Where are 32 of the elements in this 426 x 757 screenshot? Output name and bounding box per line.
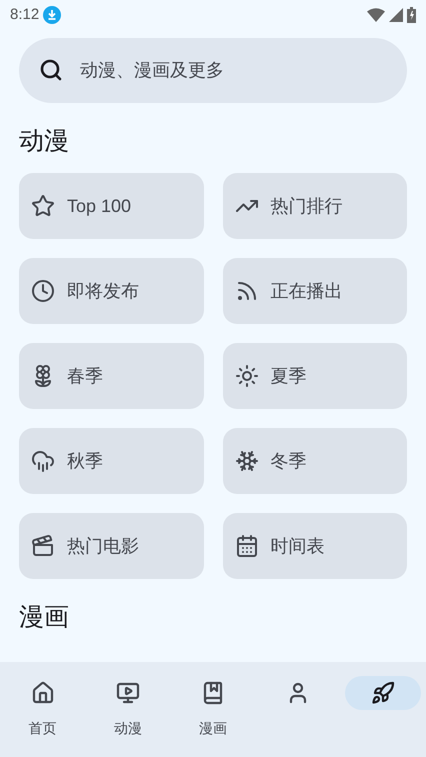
rain-cloud-icon — [31, 449, 55, 473]
snowflake-icon — [234, 449, 258, 473]
clock-icon — [31, 279, 55, 303]
category-tile[interactable]: 热门排行 — [222, 173, 407, 239]
rocket-icon — [371, 681, 396, 705]
battery-icon — [407, 7, 416, 23]
tv-play-icon — [116, 681, 140, 705]
category-tile[interactable]: 冬季 — [222, 428, 407, 494]
wifi-icon — [367, 8, 385, 22]
nav-item[interactable]: 动漫 — [90, 676, 166, 757]
download-icon — [43, 6, 62, 24]
category-tile[interactable]: 热门电影 — [19, 513, 204, 579]
calendar-icon — [234, 534, 258, 558]
search-field[interactable]: 动漫、漫画及更多 — [19, 38, 407, 103]
section-heading: 动漫 — [19, 126, 70, 157]
search-icon — [39, 58, 63, 82]
category-tile[interactable]: 夏季 — [222, 343, 407, 409]
section-heading: 漫画 — [19, 602, 70, 633]
star-icon — [31, 194, 55, 218]
signal-icon — [389, 8, 403, 22]
sun-icon — [234, 364, 258, 388]
category-tile[interactable]: 时间表 — [222, 513, 407, 579]
category-tile[interactable]: 即将发布 — [19, 258, 204, 324]
nav-item[interactable]: 漫画 — [174, 676, 251, 757]
clapperboard-icon — [31, 534, 55, 558]
category-tile[interactable]: 正在播出 — [222, 258, 407, 324]
category-tile[interactable]: 春季 — [19, 343, 204, 409]
nav-item[interactable]: 首页 — [4, 676, 81, 757]
category-tile[interactable]: 秋季 — [19, 428, 204, 494]
status-time: 8:12 — [10, 4, 40, 25]
home-icon — [30, 681, 55, 705]
category-tile[interactable]: Top 100 — [19, 173, 204, 239]
